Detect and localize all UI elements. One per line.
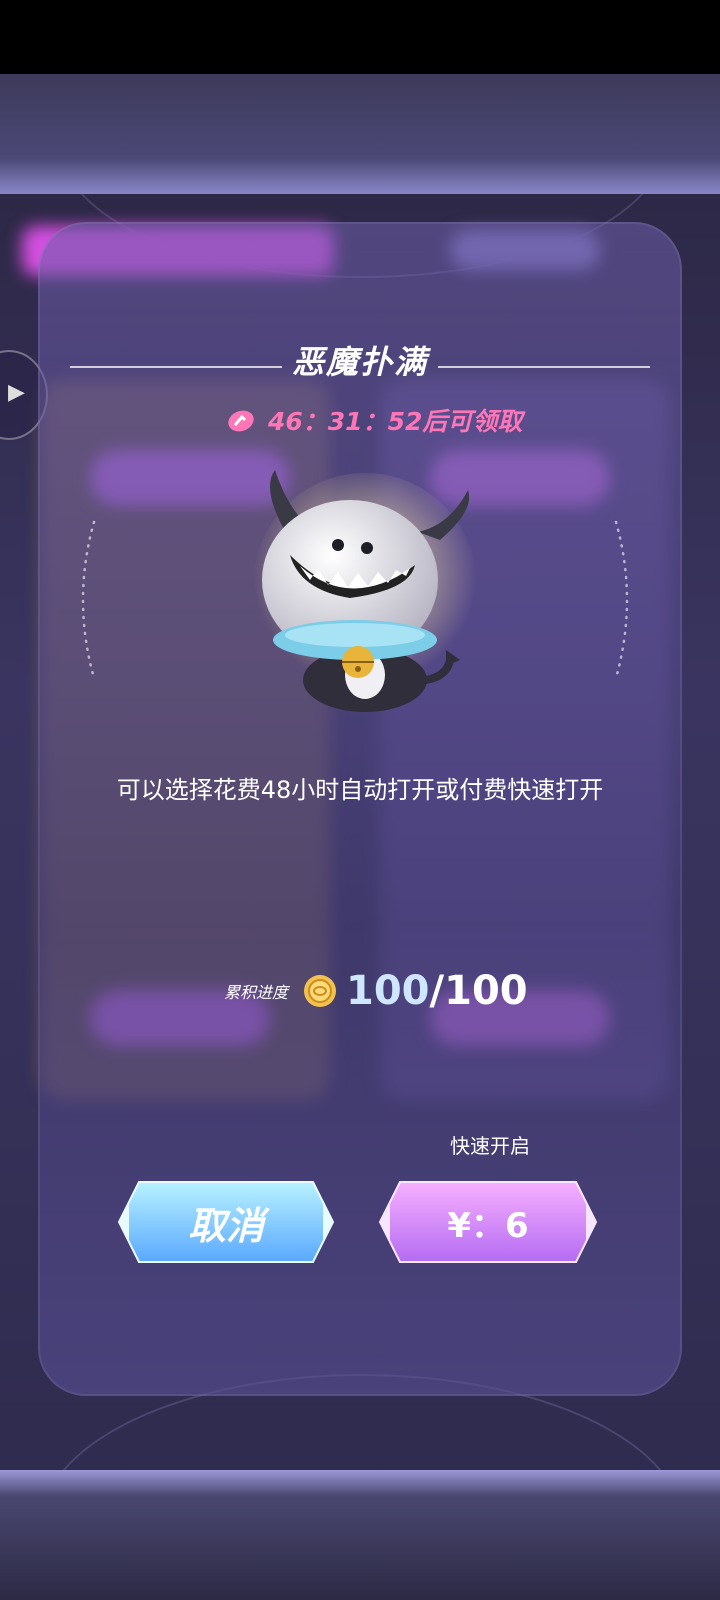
dialog-title: 恶魔扑满 xyxy=(292,343,429,381)
fast-open-price: ¥：6 xyxy=(447,1205,529,1246)
progress-label: 累积进度 xyxy=(224,983,289,1002)
description-text: 可以选择花费48小时自动打开或付费快速打开 xyxy=(116,776,604,804)
countdown-text: 46：31：52后可领取 xyxy=(268,407,523,436)
clock-icon xyxy=(228,410,254,432)
progress-row: 累积进度 100/100 xyxy=(224,968,528,1014)
right-dotted-arc xyxy=(614,520,629,680)
progress-current: 100 xyxy=(346,968,430,1014)
left-dotted-arc xyxy=(81,520,96,680)
fast-open-button[interactable]: ¥：6 xyxy=(378,1180,598,1264)
fast-open-label: 快速开启 xyxy=(450,1134,530,1158)
title-divider-right xyxy=(438,366,651,368)
progress-value: 100/100 xyxy=(346,968,528,1014)
dialog-title-row: 恶魔扑满 xyxy=(70,338,651,382)
cancel-button[interactable]: 取消 xyxy=(117,1180,335,1264)
coin-icon xyxy=(304,975,337,1007)
bottom-decor-band xyxy=(0,1470,720,1600)
demon-piggybank-mascot xyxy=(253,470,477,712)
cancel-button-label: 取消 xyxy=(187,1203,264,1248)
progress-total: /100 xyxy=(429,968,528,1014)
status-bar xyxy=(0,0,720,74)
play-arrow-icon: ▶ xyxy=(8,380,25,405)
countdown-timer: 46：31：52后可领取 xyxy=(226,402,522,438)
top-decor-band xyxy=(0,74,720,194)
title-divider-left xyxy=(70,366,282,368)
